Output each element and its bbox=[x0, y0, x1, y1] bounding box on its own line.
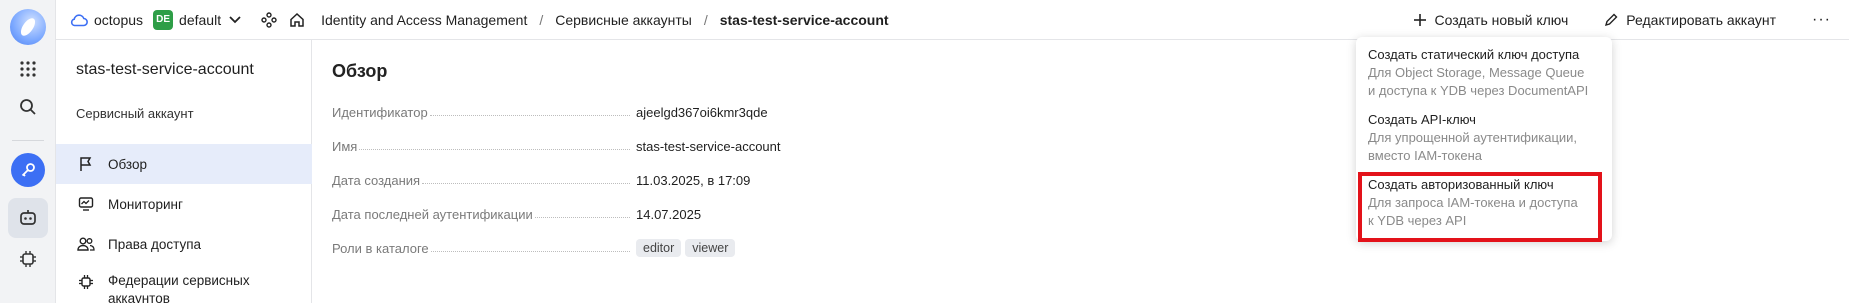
more-menu-icon[interactable]: ··· bbox=[1812, 11, 1831, 29]
network-icon[interactable] bbox=[261, 11, 277, 28]
sidebar-item-monitoring[interactable]: Мониторинг bbox=[56, 184, 312, 224]
field-value: 11.03.2025, в 17:09 bbox=[636, 173, 751, 188]
menu-item-desc: вместо IAM-токена bbox=[1368, 148, 1483, 163]
sidebar-item-label: Обзор bbox=[108, 156, 147, 172]
highlight-box bbox=[1358, 172, 1602, 242]
logo[interactable] bbox=[10, 9, 46, 45]
flag-icon bbox=[76, 154, 96, 174]
home-icon[interactable] bbox=[289, 12, 305, 28]
menu-item-title: Создать статический ключ доступа bbox=[1368, 47, 1580, 62]
cloud-icon bbox=[70, 13, 88, 26]
app-rail bbox=[0, 0, 56, 303]
account-title: stas-test-service-account bbox=[76, 61, 254, 78]
breadcrumb-iam[interactable]: Identity and Access Management bbox=[321, 12, 527, 28]
menu-item-title: Создать API-ключ bbox=[1368, 112, 1476, 127]
create-key-label: Создать новый ключ bbox=[1434, 12, 1569, 28]
page-title: Обзор bbox=[332, 61, 388, 81]
sidebar-item-federations[interactable]: Федерации сервисных аккаунтов bbox=[56, 264, 312, 303]
sidebar-item-overview[interactable]: Обзор bbox=[56, 144, 312, 184]
field-label: Дата последней аутентификации bbox=[332, 207, 533, 222]
service-sidebar: stas-test-service-account Сервисный акка… bbox=[56, 40, 312, 303]
users-icon bbox=[76, 234, 96, 254]
menu-item-desc: Для упрощенной аутентификации, bbox=[1368, 130, 1578, 145]
edit-account-button[interactable]: Редактировать аккаунт bbox=[1604, 12, 1776, 28]
menu-item-desc: и доступа к YDB через DocumentAPI bbox=[1368, 83, 1589, 98]
account-subtitle: Сервисный аккаунт bbox=[76, 106, 194, 121]
field-label: Дата создания bbox=[332, 173, 421, 188]
menu-item-static-key[interactable]: Создать статический ключ доступа Для Obj… bbox=[1368, 46, 1600, 100]
role-chip-editor: editor bbox=[636, 239, 682, 257]
field-value: ajeelgd367oi6kmr3qde bbox=[636, 105, 768, 120]
apps-grid-icon[interactable] bbox=[14, 55, 42, 83]
breadcrumb-current: stas-test-service-account bbox=[719, 11, 889, 28]
chip-icon[interactable] bbox=[14, 245, 42, 273]
monitor-icon bbox=[76, 194, 96, 214]
sidebar-item-label: Мониторинг bbox=[108, 196, 183, 212]
cloud-selector[interactable]: octopus bbox=[70, 12, 143, 28]
roles-list: editor viewer bbox=[636, 239, 739, 257]
chevron-down-icon[interactable] bbox=[229, 15, 241, 24]
sidebar-item-label: Федерации сервисных аккаунтов bbox=[108, 273, 250, 303]
sidebar-item-access[interactable]: Права доступа bbox=[56, 224, 312, 264]
edit-account-label: Редактировать аккаунт bbox=[1626, 12, 1777, 28]
field-label: Идентификатор bbox=[332, 105, 428, 120]
field-value: 14.07.2025 bbox=[636, 207, 702, 222]
field-value: stas-test-service-account bbox=[636, 139, 781, 154]
role-chip-viewer: viewer bbox=[685, 239, 736, 257]
create-key-button[interactable]: Создать новый ключ bbox=[1413, 12, 1569, 28]
rail-divider bbox=[12, 140, 44, 141]
menu-item-api-key[interactable]: Создать API-ключ Для упрощенной аутентиф… bbox=[1368, 111, 1600, 165]
pencil-icon bbox=[1605, 13, 1618, 27]
breadcrumb-separator: / bbox=[703, 11, 708, 28]
cloud-name: octopus bbox=[94, 11, 144, 28]
federation-icon bbox=[76, 272, 96, 292]
field-label: Имя bbox=[332, 139, 358, 154]
sidebar-item-label: Права доступа bbox=[108, 236, 202, 252]
breadcrumb-service-accounts[interactable]: Сервисные аккаунты bbox=[555, 12, 692, 28]
field-label: Роли в каталоге bbox=[332, 241, 429, 256]
breadcrumb-separator: / bbox=[539, 11, 544, 28]
folder-badge: DE bbox=[153, 9, 174, 30]
key-icon[interactable] bbox=[11, 153, 45, 187]
plus-icon bbox=[1413, 14, 1426, 26]
folder-name[interactable]: default bbox=[179, 12, 221, 28]
top-bar: octopus DE default Identity and Access M… bbox=[56, 0, 1849, 40]
search-icon[interactable] bbox=[14, 93, 42, 121]
robot-icon[interactable] bbox=[8, 198, 48, 238]
menu-item-desc: Для Object Storage, Message Queue bbox=[1368, 65, 1585, 80]
